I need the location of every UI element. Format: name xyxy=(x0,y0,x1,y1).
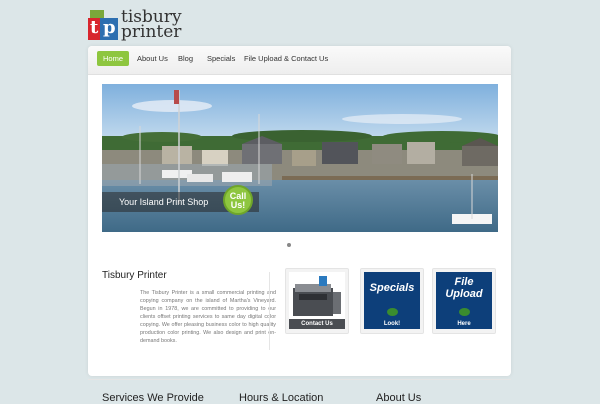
specials-tile-title: Specials xyxy=(369,282,415,294)
about-text: The Tisbury Printer is a small commercia… xyxy=(140,290,276,344)
nav-blog[interactable]: Blog xyxy=(178,54,193,63)
nav-home[interactable]: Home xyxy=(97,51,130,66)
logo-text: tisbury printer xyxy=(121,9,182,42)
footer-heading-about: About Us xyxy=(376,392,422,404)
section-divider xyxy=(88,379,511,380)
specials-tile[interactable]: Specials Look! xyxy=(360,268,424,334)
main-nav: Home About Us Blog Specials File Upload … xyxy=(88,46,511,75)
printer-icon xyxy=(293,276,341,316)
file-upload-tile-label: Here xyxy=(457,321,471,327)
nav-about-us[interactable]: About Us xyxy=(137,54,168,63)
file-upload-tile-title: File Upload xyxy=(436,276,492,300)
file-upload-title-line-1: File xyxy=(454,276,474,288)
about-title: Tisbury Printer xyxy=(102,270,167,281)
nav-file-upload-contact[interactable]: File Upload & Contact Us xyxy=(244,54,328,63)
nav-specials[interactable]: Specials xyxy=(207,54,235,63)
file-upload-badge-icon xyxy=(459,308,470,316)
logo-line-2: printer xyxy=(121,22,182,42)
file-upload-tile[interactable]: File Upload Here xyxy=(432,268,496,334)
main-panel: Home About Us Blog Specials File Upload … xyxy=(88,46,511,380)
footer-heading-hours: Hours & Location xyxy=(239,392,324,404)
call-us-badge[interactable]: Call Us! xyxy=(223,185,253,215)
footer-heading-services: Services We Provide xyxy=(102,392,204,404)
specials-tile-label: Look! xyxy=(383,321,401,327)
slider-pager-dot[interactable] xyxy=(287,243,291,247)
tp-logo-icon: tp xyxy=(88,10,120,42)
content-divider xyxy=(269,272,270,350)
contact-us-tile[interactable]: Contact Us xyxy=(285,268,349,334)
contact-us-tile-label: Contact Us xyxy=(289,319,345,329)
hero-slideshow[interactable]: Your Island Print Shop Call Us! xyxy=(102,84,498,232)
specials-badge-icon xyxy=(387,308,398,316)
file-upload-title-line-2: Upload xyxy=(445,288,483,300)
call-us-line-2: Us! xyxy=(230,200,246,210)
site-logo[interactable]: tp tisbury printer xyxy=(88,9,182,42)
